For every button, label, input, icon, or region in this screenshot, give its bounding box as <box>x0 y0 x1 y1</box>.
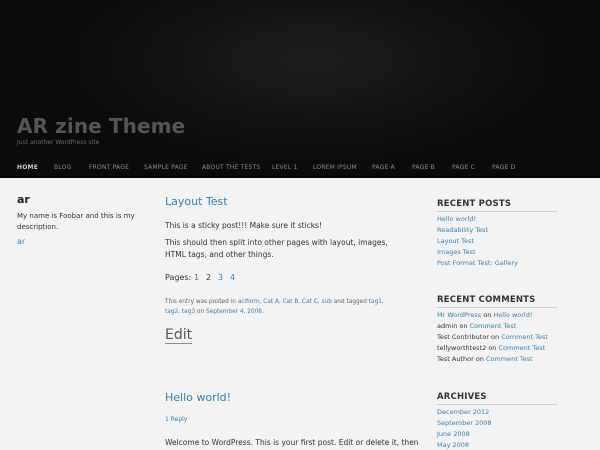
entry-meta-text: on <box>195 309 206 315</box>
widget-title-recent-comments: RECENT COMMENTS <box>437 295 536 305</box>
entry-meta-text: . <box>262 309 264 315</box>
entry-meta: This entry was posted in aciform, Cat A,… <box>165 297 395 317</box>
recent-comment: Mr WordPress on Hello world! <box>437 311 532 319</box>
widget-title-archives: ARCHIVES <box>437 392 487 402</box>
archive-link[interactable]: May 2008 <box>437 441 469 449</box>
comment-on-text: on <box>486 344 499 352</box>
comment-on-text: on <box>473 355 486 363</box>
nav-item-home[interactable]: HOME <box>17 161 38 174</box>
page-current-2: 2 <box>206 273 212 282</box>
post-text: Welcome to WordPress. This is your first… <box>165 438 419 447</box>
nav-item-level-1[interactable]: LEVEL 1 <box>272 161 298 174</box>
main-navigation: HOME BLOG FRONT PAGE SAMPLE PAGE ABOUT T… <box>0 161 600 174</box>
category-links[interactable]: aciform, Cat A, Cat B, Cat C, sub <box>238 299 332 305</box>
page-link-3[interactable]: 3 <box>218 273 223 282</box>
comment-post-link[interactable]: Comment Test <box>501 333 548 341</box>
pages-label: Pages: <box>165 273 192 282</box>
recent-post-link[interactable]: Readability Test <box>437 226 488 234</box>
comment-author: tellyworthtest2 <box>437 344 487 352</box>
nav-item-lorem-ipsum[interactable]: LOREM IPSUM <box>313 161 357 174</box>
nav-item-front-page[interactable]: FRONT PAGE <box>89 161 129 174</box>
comment-on-text: on <box>481 311 494 319</box>
site-header: AR zine Theme Just another WordPress sit… <box>0 0 600 178</box>
widget-divider <box>437 307 557 308</box>
nav-item-sample-page[interactable]: SAMPLE PAGE <box>144 161 188 174</box>
nav-item-page-d[interactable]: PAGE D <box>492 161 515 174</box>
comment-author: admin <box>437 322 458 330</box>
nav-item-blog[interactable]: BLOG <box>54 161 71 174</box>
recent-post-link[interactable]: Layout Test <box>437 237 474 245</box>
entry-meta-text: and tagged <box>331 299 369 305</box>
recent-post-link[interactable]: Images Test <box>437 248 476 256</box>
nav-item-about-the-tests[interactable]: ABOUT THE TESTS <box>202 161 260 174</box>
comment-author: Test Author <box>437 355 474 363</box>
comment-post-link[interactable]: Comment Test <box>499 344 546 352</box>
recent-comment: tellyworthtest2 on Comment Test <box>437 344 545 352</box>
widget-title-recent-posts: RECENT POSTS <box>437 199 512 209</box>
page-link-4[interactable]: 4 <box>230 273 235 282</box>
author-link[interactable]: ar <box>17 237 25 246</box>
site-description: Just another WordPress site <box>17 139 100 146</box>
widget-divider <box>437 404 557 405</box>
archive-link[interactable]: December 2012 <box>437 408 489 416</box>
recent-post-link[interactable]: Post Format Test: Gallery <box>437 259 518 267</box>
comment-post-link[interactable]: Comment Test <box>486 355 533 363</box>
comment-on-text: on <box>488 333 502 341</box>
post-title[interactable]: Layout Test <box>165 195 228 208</box>
edit-link[interactable]: Edit <box>165 327 193 344</box>
post-date-link[interactable]: September 4, 2008 <box>206 309 262 315</box>
nav-item-page-c[interactable]: PAGE C <box>452 161 475 174</box>
author-name: ar <box>17 193 30 206</box>
reply-link[interactable]: 1 Reply <box>165 416 187 423</box>
recent-post-link[interactable]: Hello world! <box>437 215 476 223</box>
entry-meta-text: This entry was posted in <box>165 299 238 305</box>
recent-comment: Test Author on Comment Test <box>437 355 533 363</box>
post-text: This should then split into other pages … <box>165 238 388 247</box>
comment-post-link[interactable]: Hello world! <box>493 311 532 319</box>
nav-item-page-b[interactable]: PAGE B <box>412 161 435 174</box>
page-link-1[interactable]: 1 <box>194 273 199 282</box>
post-title[interactable]: Hello world! <box>165 391 231 404</box>
site-title[interactable]: AR zine Theme <box>17 114 185 138</box>
widget-divider <box>437 211 557 212</box>
recent-comment: admin on Comment Test <box>437 322 516 330</box>
archive-link[interactable]: September 2008 <box>437 419 492 427</box>
comment-author-link[interactable]: Mr WordPress <box>437 311 481 319</box>
nav-item-page-a[interactable]: PAGE A <box>372 161 395 174</box>
comment-post-link[interactable]: Comment Test <box>470 322 517 330</box>
comment-on-text: on <box>457 322 470 330</box>
recent-comment: Test Contributor on Comment Test <box>437 333 548 341</box>
archive-link[interactable]: June 2008 <box>437 430 470 438</box>
post-text: This is a sticky post!!! Make sure it st… <box>165 221 323 230</box>
comment-author: Test Contributor <box>437 333 489 341</box>
author-bio: My name is Foobar and this is my descrip… <box>17 212 135 231</box>
post-text: HTML tags, and other things. <box>165 250 274 259</box>
